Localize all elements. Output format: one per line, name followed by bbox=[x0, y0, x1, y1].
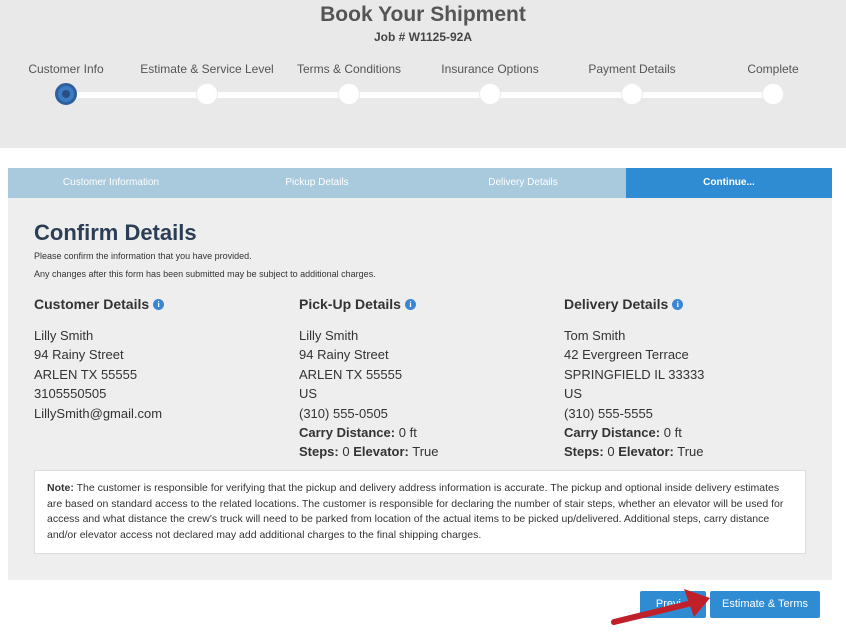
progress-stepper: Customer Info Estimate & Service Level T… bbox=[0, 62, 846, 112]
delivery-steps-value: 0 bbox=[607, 444, 615, 460]
delivery-street: 42 Evergreen Terrace bbox=[564, 347, 689, 363]
page-title: Book Your Shipment bbox=[320, 3, 526, 26]
customer-details: Customer Details i Lilly Smith 94 Rainy … bbox=[34, 296, 284, 423]
delivery-steps-elevator: Steps: 0 Elevator: True bbox=[564, 442, 814, 461]
confirm-intro-2: Any changes after this form has been sub… bbox=[34, 269, 376, 279]
button-bar: Previ... Estimate & Terms bbox=[8, 580, 832, 628]
info-icon[interactable]: i bbox=[672, 298, 684, 310]
pickup-carry-label: Carry Distance: bbox=[299, 425, 396, 441]
pickup-country: US bbox=[299, 386, 318, 402]
pickup-name: Lilly Smith bbox=[299, 328, 359, 343]
confirm-intro-1: Please confirm the information that you … bbox=[34, 251, 252, 261]
tab-customer-information[interactable]: Customer Information bbox=[8, 168, 214, 198]
pickup-city: ARLEN TX 55555 bbox=[299, 366, 403, 382]
pickup-street: 94 Rainy Street bbox=[299, 347, 389, 363]
pickup-details: Pick-Up Details i Lilly Smith 94 Rainy S… bbox=[299, 296, 549, 462]
delivery-carry-label: Carry Distance: bbox=[564, 425, 661, 441]
details-card: Customer Information Pickup Details Deli… bbox=[8, 168, 832, 628]
delivery-details-heading-text: Delivery Details bbox=[564, 296, 669, 312]
step-dot-payment[interactable] bbox=[621, 83, 643, 105]
pickup-steps-elevator: Steps: 0 Elevator: True bbox=[299, 442, 549, 461]
delivery-elevator-value: True bbox=[677, 444, 704, 460]
step-label-payment: Payment Details bbox=[588, 62, 676, 76]
step-label-terms: Terms & Conditions bbox=[296, 62, 402, 76]
previous-button[interactable]: Previ... bbox=[640, 591, 706, 618]
job-number: Job # W1125-92A bbox=[373, 30, 473, 44]
note-label: Note: bbox=[47, 482, 74, 494]
note-box: Note: The customer is responsible for ve… bbox=[34, 470, 806, 554]
delivery-details: Delivery Details i Tom Smith 42 Evergree… bbox=[564, 296, 814, 462]
delivery-carry-value: 0 ft bbox=[663, 425, 682, 441]
customer-phone: 3105550505 bbox=[34, 386, 107, 402]
customer-details-heading-text: Customer Details bbox=[34, 296, 150, 312]
delivery-details-heading: Delivery Details i bbox=[564, 296, 814, 312]
customer-email: LillySmith@gmail.com bbox=[34, 405, 163, 421]
note-text: The customer is responsible for verifyin… bbox=[47, 482, 784, 541]
delivery-elevator-label: Elevator: bbox=[618, 444, 674, 460]
tab-pickup-details[interactable]: Pickup Details bbox=[214, 168, 420, 198]
step-dot-insurance[interactable] bbox=[479, 83, 501, 105]
delivery-city: SPRINGFIELD IL 33333 bbox=[564, 366, 705, 382]
delivery-steps-label: Steps: bbox=[564, 444, 604, 460]
progress-track bbox=[66, 92, 774, 98]
delivery-country: US bbox=[564, 386, 583, 402]
pickup-details-heading: Pick-Up Details i bbox=[299, 296, 549, 312]
delivery-phone: (310) 555-5555 bbox=[564, 405, 653, 421]
step-dot-estimate[interactable] bbox=[196, 83, 218, 105]
tab-delivery-details[interactable]: Delivery Details bbox=[420, 168, 626, 198]
info-icon[interactable]: i bbox=[404, 298, 416, 310]
step-dot-terms[interactable] bbox=[338, 83, 360, 105]
pickup-elevator-label: Elevator: bbox=[353, 444, 409, 460]
pickup-phone: (310) 555-0505 bbox=[299, 405, 388, 421]
pickup-carry-distance: Carry Distance: 0 ft bbox=[299, 423, 549, 442]
header-area: Book Your Shipment Job # W1125-92A Custo… bbox=[0, 0, 846, 148]
step-label-customer-info: Customer Info bbox=[28, 62, 104, 76]
pickup-steps-label: Steps: bbox=[299, 444, 339, 460]
tab-continue[interactable]: Continue... bbox=[626, 168, 832, 198]
customer-street: 94 Rainy Street bbox=[34, 347, 124, 363]
step-label-insurance: Insurance Options bbox=[441, 62, 539, 76]
pickup-steps-value: 0 bbox=[342, 444, 350, 460]
pickup-carry-value: 0 ft bbox=[398, 425, 417, 441]
form-tabs: Customer Information Pickup Details Deli… bbox=[8, 168, 832, 198]
step-dot-complete[interactable] bbox=[762, 83, 784, 105]
pickup-details-heading-text: Pick-Up Details bbox=[299, 296, 401, 312]
delivery-carry-distance: Carry Distance: 0 ft bbox=[564, 423, 814, 442]
step-label-complete: Complete bbox=[747, 62, 799, 76]
customer-name: Lilly Smith bbox=[34, 328, 94, 343]
pickup-elevator-value: True bbox=[412, 444, 439, 460]
step-label-estimate: Estimate & Service Level bbox=[140, 62, 274, 76]
customer-city: ARLEN TX 55555 bbox=[34, 366, 138, 382]
delivery-name: Tom Smith bbox=[564, 328, 626, 343]
info-icon[interactable]: i bbox=[153, 298, 165, 310]
estimate-terms-button[interactable]: Estimate & Terms bbox=[710, 591, 820, 618]
step-dot-customer-info[interactable] bbox=[55, 83, 77, 105]
customer-details-heading: Customer Details i bbox=[34, 296, 284, 312]
confirm-title: Confirm Details bbox=[34, 220, 197, 245]
